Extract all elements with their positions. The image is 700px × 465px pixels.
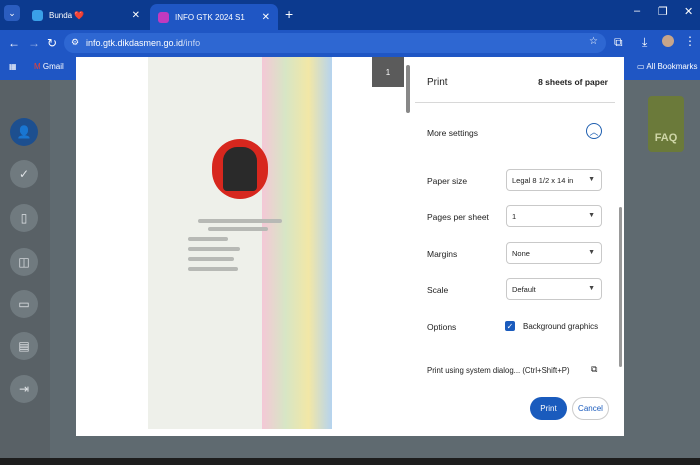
- new-tab-button[interactable]: +: [285, 6, 293, 22]
- chevron-up-icon: ︿: [589, 126, 599, 137]
- folder-icon: ▭: [637, 62, 645, 71]
- folder-nav-button[interactable]: ▭: [10, 290, 38, 318]
- profile-nav-button[interactable]: 👤: [10, 118, 38, 146]
- telegram-icon: [32, 9, 43, 21]
- reload-icon[interactable]: ↻: [47, 36, 57, 50]
- book-icon: ◫: [18, 255, 30, 269]
- pages-per-sheet-label: Pages per sheet: [427, 212, 489, 222]
- apps-icon[interactable]: ▦: [9, 62, 17, 71]
- scale-select[interactable]: Default ▼: [506, 278, 602, 300]
- check-nav-button[interactable]: ✓: [10, 160, 38, 188]
- archive-icon: ▤: [18, 339, 30, 353]
- tab-info-gtk[interactable]: INFO GTK 2024 S1 ✕: [150, 4, 278, 30]
- avatar[interactable]: [662, 35, 674, 47]
- faq-button[interactable]: FAQ: [648, 96, 684, 152]
- logout-icon: ⇥: [18, 382, 30, 396]
- user-icon: 👤: [16, 125, 32, 139]
- back-icon[interactable]: ←: [8, 36, 20, 50]
- preview-colored-stripes: [262, 57, 332, 429]
- background-graphics-checkbox[interactable]: ✓: [505, 321, 515, 331]
- minimize-icon[interactable]: –: [634, 5, 640, 17]
- tab-search-button[interactable]: ⌄: [4, 5, 20, 21]
- gmail-icon: M: [34, 62, 41, 71]
- caret-down-icon: ▼: [588, 212, 595, 219]
- settings-scrollbar[interactable]: [619, 207, 622, 367]
- cancel-button[interactable]: Cancel: [572, 397, 609, 420]
- system-dialog-link[interactable]: Print using system dialog... (Ctrl+Shift…: [427, 366, 570, 375]
- site-favicon-icon: [158, 11, 169, 23]
- bookmark-gmail[interactable]: M Gmail: [34, 62, 64, 71]
- paper-size-select[interactable]: Legal 8 1/2 x 14 in ▼: [506, 169, 602, 191]
- url-path: /info: [183, 38, 201, 48]
- address-bar[interactable]: ⚙ info.gtk.dikdasmen.go.id/info ☆: [64, 33, 606, 53]
- blurred-text: [188, 257, 234, 261]
- blurred-text: [188, 247, 240, 251]
- print-preview: 1: [76, 57, 414, 436]
- url-host: info.gtk.dikdasmen.go.id: [86, 38, 184, 48]
- logout-nav-button[interactable]: ⇥: [10, 375, 38, 403]
- bookmark-star-icon[interactable]: ☆: [589, 36, 598, 47]
- pages-per-sheet-select[interactable]: 1 ▼: [506, 205, 602, 227]
- blurred-text: [188, 237, 228, 241]
- folder-icon: ▭: [18, 297, 30, 311]
- options-label: Options: [427, 322, 457, 332]
- left-sidebar: 👤 ✓ ▯ ◫ ▭ ▤ ⇥: [0, 80, 50, 460]
- margins-select[interactable]: None ▼: [506, 242, 602, 264]
- blurred-text: [198, 219, 282, 223]
- print-settings: Print 8 sheets of paper More settings ︿ …: [415, 57, 624, 436]
- check-icon: ✓: [506, 321, 514, 331]
- extensions-icon[interactable]: ⧉: [614, 35, 623, 50]
- preview-scrollbar[interactable]: [406, 65, 410, 113]
- blurred-text: [188, 267, 238, 271]
- close-window-icon[interactable]: ✕: [684, 5, 693, 18]
- margins-label: Margins: [427, 249, 458, 259]
- tab-strip: ⌄ Bunda ❤️ ✕ INFO GTK 2024 S1 ✕ + – ❐ ✕: [0, 0, 700, 30]
- tab-title: INFO GTK 2024 S1: [175, 12, 245, 22]
- caret-down-icon: ▼: [588, 285, 595, 292]
- check-icon: ✓: [18, 167, 30, 181]
- close-tab-icon[interactable]: ✕: [262, 12, 270, 23]
- caret-down-icon: ▼: [588, 249, 595, 256]
- more-settings-label: More settings: [427, 128, 479, 138]
- site-info-icon[interactable]: ⚙: [71, 37, 79, 48]
- menu-icon[interactable]: ⋮: [684, 34, 696, 48]
- caret-down-icon: ▼: [588, 176, 595, 183]
- archive-nav-button[interactable]: ▤: [10, 332, 38, 360]
- blurred-text: [208, 227, 268, 231]
- forward-icon[interactable]: →: [28, 36, 40, 50]
- scale-label: Scale: [427, 285, 449, 295]
- document-icon: ▯: [20, 211, 28, 225]
- print-button[interactable]: Print: [530, 397, 567, 420]
- chevron-down-icon: ⌄: [8, 7, 16, 18]
- close-tab-icon[interactable]: ✕: [132, 10, 140, 21]
- preview-page: [148, 57, 332, 429]
- download-icon[interactable]: ⤓: [642, 35, 647, 50]
- all-bookmarks[interactable]: ▭ All Bookmarks: [637, 62, 697, 71]
- background-graphics-label[interactable]: Background graphics: [523, 322, 598, 331]
- sheet-count: 8 sheets of paper: [538, 77, 608, 87]
- tab-bunda[interactable]: Bunda ❤️ ✕: [24, 4, 148, 26]
- print-title: Print: [427, 77, 448, 88]
- print-dialog: 1 Print 8 sheets of paper More settings …: [76, 57, 624, 436]
- more-settings-toggle[interactable]: ︿: [586, 123, 602, 139]
- profile-photo: [212, 139, 268, 199]
- tab-title: Bunda ❤️: [49, 10, 85, 20]
- divider: [415, 102, 615, 103]
- page-number-badge: 1: [372, 57, 404, 87]
- taskbar: [0, 458, 700, 465]
- book-nav-button[interactable]: ◫: [10, 248, 38, 276]
- open-external-icon[interactable]: ⧉: [591, 364, 597, 375]
- document-nav-button[interactable]: ▯: [10, 204, 38, 232]
- paper-size-label: Paper size: [427, 176, 468, 186]
- restore-icon[interactable]: ❐: [658, 5, 668, 18]
